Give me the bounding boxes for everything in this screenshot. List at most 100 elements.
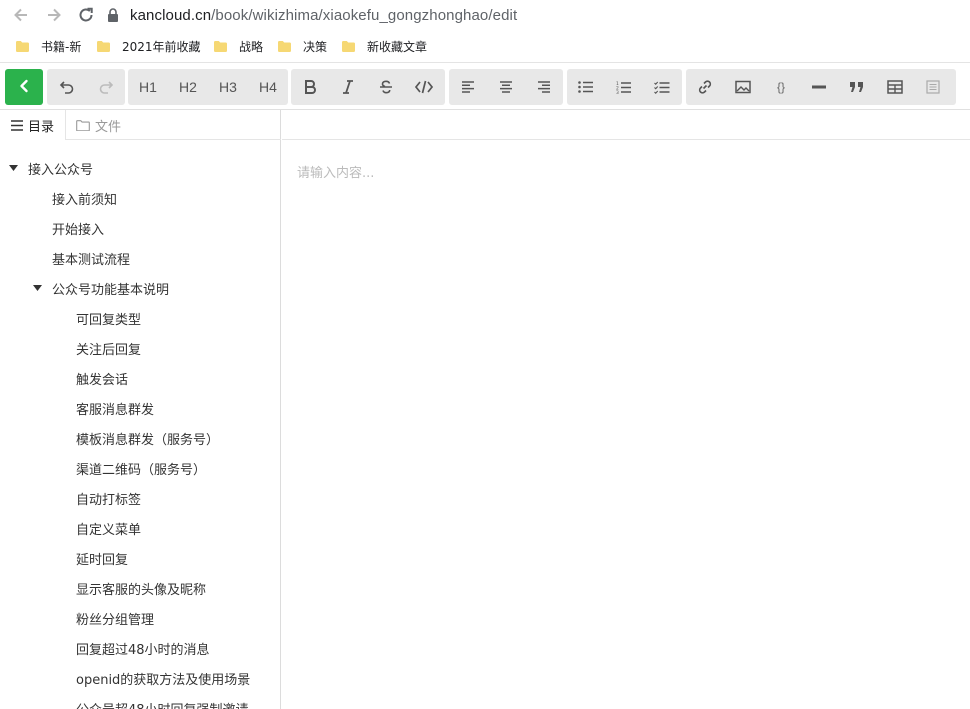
quote-icon [849, 81, 865, 93]
tab-toc-label: 目录 [28, 119, 55, 135]
table-button[interactable] [876, 69, 914, 105]
numbered-list-button[interactable]: 123 [605, 69, 643, 105]
table-icon [887, 80, 903, 94]
bookmark-item[interactable]: 决策 [278, 30, 327, 63]
bold-button[interactable] [291, 69, 329, 105]
redo-button[interactable] [86, 69, 125, 105]
horizontal-rule-button[interactable] [800, 69, 838, 105]
bullet-list-button[interactable] [567, 69, 605, 105]
image-icon [735, 80, 751, 94]
numbered-list-icon: 123 [616, 81, 632, 94]
align-left-button[interactable] [449, 69, 487, 105]
tab-toc[interactable]: 目录 [0, 110, 66, 140]
history-group [47, 69, 125, 105]
undo-button[interactable] [47, 69, 86, 105]
code-icon [415, 80, 433, 94]
tree-item-label: 公众号超48小时回复强制邀请 [76, 699, 249, 709]
list-group: 123 [567, 69, 682, 105]
align-group [449, 69, 563, 105]
tree-item[interactable]: 自动打标签 [76, 483, 141, 513]
reload-icon[interactable] [74, 3, 98, 27]
forward-arrow-icon[interactable] [42, 3, 66, 27]
h2-button[interactable]: H2 [168, 69, 208, 105]
tree-item[interactable]: 模板消息群发（服务号） [76, 423, 219, 453]
bookmark-item[interactable]: 新收藏文章 [342, 30, 427, 63]
format-group [291, 69, 445, 105]
quote-button[interactable] [838, 69, 876, 105]
h1-button[interactable]: H1 [128, 69, 168, 105]
editor-placeholder: 请输入内容... [297, 166, 375, 181]
editor-header [282, 110, 970, 140]
tree-item[interactable]: 客服消息群发 [76, 393, 154, 423]
tree-item[interactable]: 回复超过48小时的消息 [76, 633, 210, 663]
bullet-list-icon [578, 81, 594, 93]
tree-item-label: 自定义菜单 [76, 522, 142, 538]
tree-item[interactable]: 关注后回复 [76, 333, 141, 363]
folder-icon [342, 41, 355, 52]
preview-button[interactable] [914, 69, 952, 105]
align-center-button[interactable] [487, 69, 525, 105]
caret-down-icon[interactable] [32, 283, 42, 293]
url-text: kancloud.cn/book/wikizhima/xiaokefu_gong… [130, 7, 517, 24]
align-center-icon [499, 81, 513, 93]
bookmark-item[interactable]: 书籍-新 [16, 30, 81, 63]
url-field[interactable]: kancloud.cn/book/wikizhima/xiaokefu_gong… [106, 0, 517, 30]
tree-item[interactable]: 粉丝分组管理 [76, 603, 154, 633]
h3-button[interactable]: H3 [208, 69, 248, 105]
tree-item-label: openid的获取方法及使用场景 [76, 672, 251, 688]
tree-item[interactable]: 接入公众号 [8, 153, 93, 183]
tree-item[interactable]: openid的获取方法及使用场景 [76, 663, 250, 693]
tree-item[interactable]: 公众号功能基本说明 [32, 273, 169, 303]
tree-item-label: 开始接入 [52, 222, 105, 238]
tree-item-label: 粉丝分组管理 [76, 612, 155, 628]
back-arrow-icon[interactable] [9, 3, 33, 27]
tab-files[interactable]: 文件 [76, 110, 121, 140]
strikethrough-button[interactable] [367, 69, 405, 105]
link-button[interactable] [686, 69, 724, 105]
tree-item[interactable]: 显示客服的头像及昵称 [76, 573, 206, 603]
bookmark-item[interactable]: 2021年前收藏 [97, 30, 201, 63]
tree-item-label: 延时回复 [76, 552, 129, 568]
editor-area[interactable]: 请输入内容... [282, 110, 970, 709]
tree-item-label: 基本测试流程 [52, 252, 131, 268]
align-left-icon [461, 81, 475, 93]
h4-button[interactable]: H4 [248, 69, 288, 105]
folder-icon [16, 41, 29, 52]
italic-icon [341, 79, 355, 95]
tree-item-label: 客服消息群发 [76, 402, 155, 418]
tree-item[interactable]: 触发会话 [76, 363, 128, 393]
tree-item[interactable]: 开始接入 [52, 213, 104, 243]
tree-item[interactable]: 自定义菜单 [76, 513, 141, 543]
bookmark-label: 书籍-新 [41, 40, 82, 54]
browser-address-bar: kancloud.cn/book/wikizhima/xiaokefu_gong… [0, 0, 970, 30]
tree-item[interactable]: 渠道二维码（服务号） [76, 453, 206, 483]
folder-outline-icon [76, 119, 90, 131]
task-list-button[interactable] [643, 69, 681, 105]
italic-button[interactable] [329, 69, 367, 105]
lock-icon [106, 7, 120, 23]
tree-item[interactable]: 公众号超48小时回复强制邀请 [76, 693, 249, 709]
tree-item-label: 渠道二维码（服务号） [76, 462, 207, 478]
tree-item[interactable]: 延时回复 [76, 543, 128, 573]
bookmark-label: 2021年前收藏 [122, 40, 201, 54]
image-button[interactable] [724, 69, 762, 105]
align-right-button[interactable] [525, 69, 563, 105]
strikethrough-icon [378, 79, 394, 95]
code-button[interactable] [405, 69, 443, 105]
link-icon [697, 79, 713, 95]
tab-files-label: 文件 [95, 119, 122, 135]
tree-item[interactable]: 基本测试流程 [52, 243, 130, 273]
tree-item[interactable]: 接入前须知 [52, 183, 117, 213]
code-block-button[interactable]: {} [762, 69, 800, 105]
document-icon [926, 80, 940, 94]
tree-item[interactable]: 可回复类型 [76, 303, 141, 333]
folder-icon [278, 41, 291, 52]
bold-icon [303, 79, 317, 95]
insert-group: {} [686, 69, 956, 105]
caret-down-icon[interactable] [8, 163, 18, 173]
tree-item-label: 接入公众号 [28, 162, 94, 178]
tree-item-label: 自动打标签 [76, 492, 142, 508]
back-button[interactable] [5, 69, 43, 105]
bookmark-item[interactable]: 战略 [214, 30, 263, 63]
undo-icon [59, 79, 75, 95]
